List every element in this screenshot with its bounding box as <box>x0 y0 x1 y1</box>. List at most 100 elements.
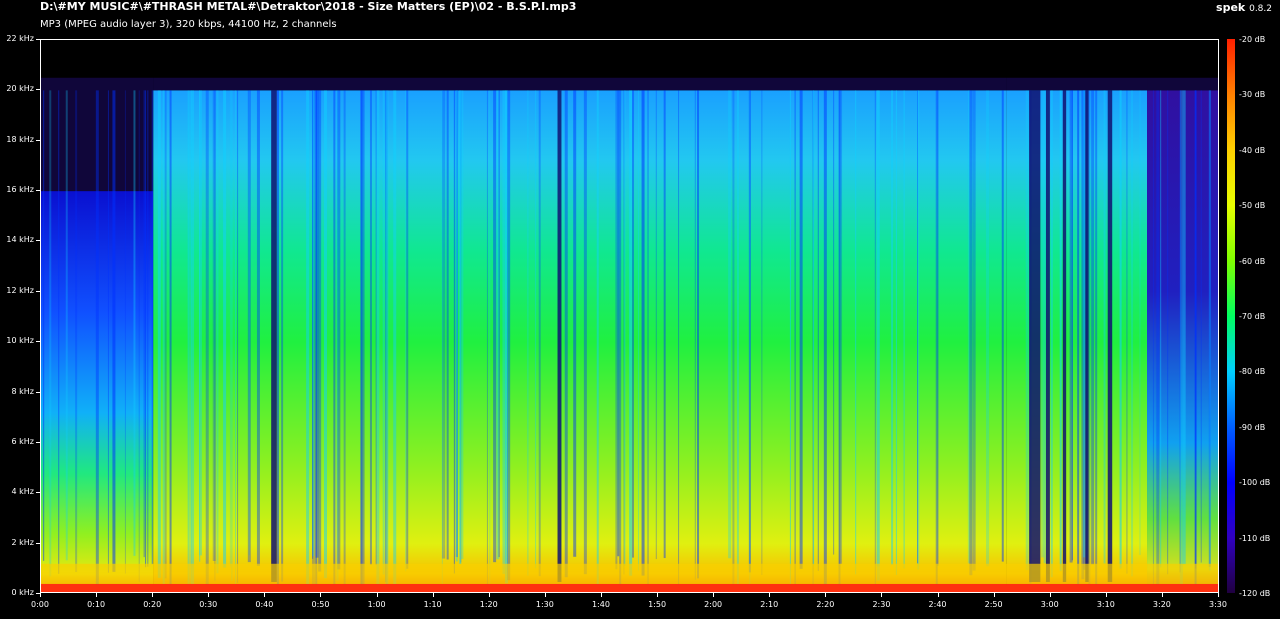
spectrogram-streak <box>151 90 153 565</box>
spectrogram-streak <box>455 90 458 562</box>
x-tick-mark <box>1218 593 1219 597</box>
spectrogram-streak <box>58 90 60 574</box>
spectrogram-streak <box>1050 90 1053 578</box>
spectrogram-streak <box>935 90 938 586</box>
spectrogram-streak <box>49 90 52 577</box>
x-tick-mark <box>432 593 434 597</box>
x-tick-label: 0:20 <box>143 600 162 609</box>
spectrogram-streak <box>235 90 237 591</box>
y-tick-label: 22 kHz <box>6 34 34 43</box>
x-tick-mark <box>600 593 602 597</box>
x-tick-mark <box>825 593 827 597</box>
x-tick-label: 0:30 <box>199 600 218 609</box>
spectrogram-streak <box>405 90 407 572</box>
spectrogram-gap <box>1107 90 1113 582</box>
spectrogram-streak <box>212 90 216 561</box>
spectrogram-streak <box>1195 90 1197 569</box>
stream-info: MP3 (MPEG audio layer 3), 320 kbps, 4410… <box>40 19 337 30</box>
x-tick-mark <box>544 593 546 597</box>
spectrogram-streak <box>498 90 500 558</box>
colorbar <box>1227 39 1235 593</box>
spectrogram-streak <box>1077 90 1080 590</box>
spectrogram-streak <box>361 90 365 587</box>
x-tick-mark <box>96 593 98 597</box>
x-tick-label: 2:50 <box>984 600 1003 609</box>
spectrogram-streak <box>382 90 385 575</box>
spectrogram-streak <box>315 90 319 558</box>
colorbar-tick-label: -100 dB <box>1239 478 1271 488</box>
colorbar-tick-label: -90 dB <box>1239 422 1266 432</box>
app-name: spek 0.8.2 <box>1216 1 1272 14</box>
spectrogram-streak <box>1167 90 1169 575</box>
spectrogram-streak <box>507 90 511 581</box>
spectrogram-streak <box>489 90 491 585</box>
spectrogram-streak <box>247 90 251 563</box>
colorbar-tick-label: -80 dB <box>1239 367 1266 377</box>
y-tick-label: 8 kHz <box>11 386 34 396</box>
colorbar-tick-label: -120 dB <box>1239 589 1271 598</box>
spectrogram-streak <box>376 90 380 591</box>
y-tick-label: 10 kHz <box>6 336 34 346</box>
x-tick-mark <box>1161 593 1163 597</box>
y-tick-mark <box>36 190 40 192</box>
spectrogram-streak <box>728 90 732 559</box>
spectrogram-streak <box>169 90 172 592</box>
x-tick-mark <box>320 593 322 597</box>
x-tick-mark <box>1049 593 1051 597</box>
spectrogram-streak <box>65 90 68 561</box>
spectrogram-streak <box>133 90 136 556</box>
spectrogram-gap <box>1029 90 1041 582</box>
spectrogram-streak <box>694 90 696 580</box>
x-tick-label: 2:30 <box>872 600 891 609</box>
spectrogram-streak <box>794 90 796 591</box>
spectrogram-streak <box>369 90 372 565</box>
x-tick-label: 3:20 <box>1152 600 1171 609</box>
spectrogram-streak <box>1120 90 1122 568</box>
spectrogram-streak <box>486 90 488 584</box>
colorbar-tick-label: -60 dB <box>1239 256 1266 266</box>
x-tick-label: 1:30 <box>535 600 554 609</box>
spectrogram-streak <box>223 90 227 568</box>
spectrogram-streak <box>678 90 680 588</box>
x-tick-label: 0:50 <box>311 600 330 609</box>
spectrogram-streak <box>461 90 464 560</box>
colorbar-tick-label: -50 dB <box>1239 201 1266 211</box>
spectrogram-streak <box>838 90 841 585</box>
spectrogram-streak <box>112 90 116 572</box>
colorbar-tick-label: -30 dB <box>1239 90 1266 100</box>
spectrogram-streak <box>623 90 625 575</box>
y-tick-label: 14 kHz <box>6 235 34 245</box>
y-tick-mark <box>36 542 40 544</box>
x-tick-label: 1:00 <box>367 600 386 609</box>
spectrogram-streak <box>75 90 78 573</box>
x-tick-label: 2:20 <box>816 600 835 609</box>
x-tick-mark <box>376 593 378 597</box>
spectrogram-streak <box>972 90 976 571</box>
y-tick-label: 4 kHz <box>11 487 34 497</box>
spectrogram-streak <box>406 90 409 569</box>
spectrogram-streak <box>95 90 99 585</box>
spectrogram-streak <box>624 90 626 566</box>
spectrogram-svg <box>41 77 1218 592</box>
x-tick-label: 3:10 <box>1096 600 1115 609</box>
app-version: 0.8.2 <box>1249 4 1272 14</box>
spectrogram-streak <box>663 90 666 559</box>
x-tick-mark <box>881 593 883 597</box>
spectrogram-streak <box>1103 90 1106 564</box>
spectrogram-streak <box>655 90 657 560</box>
spectrogram-streak <box>1139 90 1141 556</box>
spectrogram-streak <box>799 90 803 569</box>
spectrogram-streak <box>1208 90 1211 567</box>
spectrogram-streak <box>903 90 905 569</box>
spectrogram-streak <box>237 90 239 583</box>
x-tick-label: 2:10 <box>760 600 779 609</box>
spectrogram-streak <box>732 90 735 591</box>
spectrogram-streak <box>281 90 284 582</box>
y-tick-mark <box>36 391 40 393</box>
low-freq-band <box>41 563 1218 584</box>
x-tick-mark <box>937 593 939 597</box>
low-freq-band <box>41 583 1218 592</box>
spectrogram-streak <box>813 90 815 566</box>
spectrogram-streak <box>823 90 827 586</box>
spectrogram-streak <box>641 90 645 576</box>
